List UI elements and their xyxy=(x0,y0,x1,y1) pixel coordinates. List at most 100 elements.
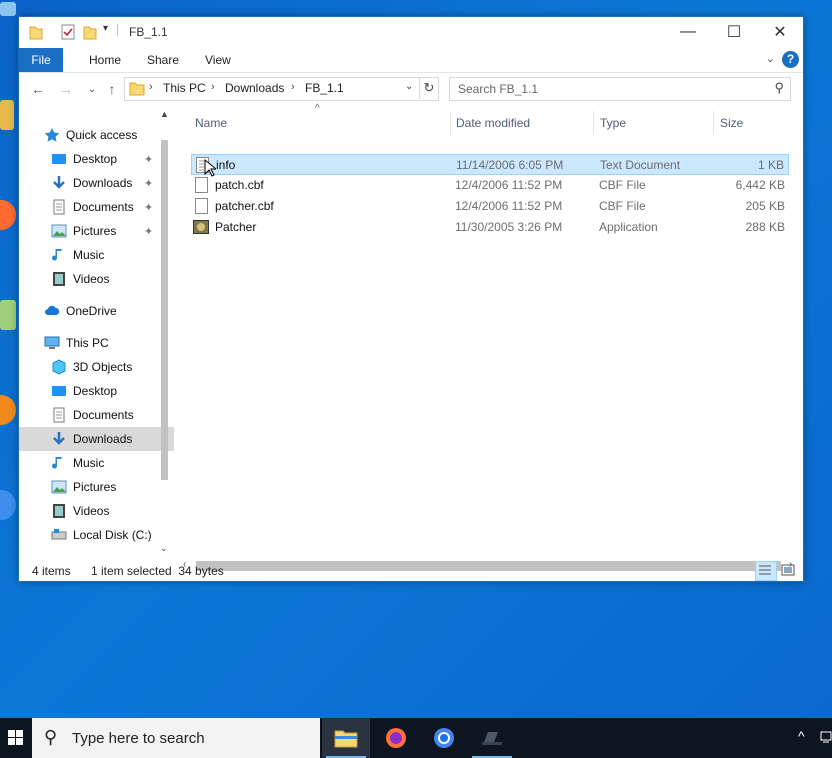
up-button[interactable]: ↑ xyxy=(101,78,123,100)
tab-file[interactable]: File xyxy=(19,48,63,72)
address-history-dropdown-icon[interactable]: ⌄ xyxy=(405,81,413,92)
desktop-icon-firefox[interactable] xyxy=(0,200,20,230)
breadcrumb-fb[interactable]: FB_1.1 xyxy=(305,81,344,95)
computer-icon xyxy=(0,2,16,16)
maximize-button[interactable]: ☐ xyxy=(711,17,757,47)
desktop-icon-this-pc[interactable] xyxy=(0,2,20,16)
tab-view[interactable]: View xyxy=(193,48,243,72)
taskbar-search-input[interactable]: Type here to search xyxy=(72,730,205,747)
desktop-icon-2[interactable] xyxy=(0,100,20,130)
nav-documents-quick[interactable]: Documents ✦ xyxy=(19,195,174,219)
nav-videos[interactable]: Videos xyxy=(19,499,174,523)
column-header-type[interactable]: Type xyxy=(600,111,626,135)
forward-button[interactable]: → xyxy=(55,78,77,100)
nav-label: Desktop xyxy=(73,152,118,166)
refresh-icon[interactable]: ↻ xyxy=(419,77,438,99)
star-icon xyxy=(44,128,60,142)
scroll-up-icon[interactable]: ▲ xyxy=(160,109,169,119)
scroll-down-icon[interactable]: ⌄ xyxy=(160,543,168,554)
file-name: patch.cbf xyxy=(215,178,264,192)
nav-quick-access[interactable]: Quick access xyxy=(19,123,174,147)
taskbar-chrome[interactable] xyxy=(420,718,468,758)
nav-videos-quick[interactable]: Videos xyxy=(19,267,174,291)
details-view-button[interactable] xyxy=(755,561,777,581)
breadcrumb-separator[interactable]: › xyxy=(211,81,215,93)
show-hidden-icons-icon[interactable]: ^ xyxy=(798,728,805,744)
breadcrumb-this-pc[interactable]: This PC xyxy=(163,81,206,95)
expand-ribbon-icon[interactable]: ⌄ xyxy=(766,52,775,65)
minimize-button[interactable]: — xyxy=(665,17,711,47)
close-button[interactable]: ✕ xyxy=(757,17,803,47)
computer-icon xyxy=(44,336,60,349)
desktop-icon-chrome[interactable] xyxy=(0,490,20,520)
nav-label: 3D Objects xyxy=(73,360,133,374)
nav-music[interactable]: Music xyxy=(19,451,174,475)
column-divider[interactable] xyxy=(713,111,714,135)
scrollbar-thumb[interactable] xyxy=(161,140,168,480)
details-view-icon xyxy=(759,565,771,575)
nav-documents[interactable]: Documents xyxy=(19,403,174,427)
column-divider[interactable] xyxy=(593,111,594,135)
file-row-patch[interactable]: patch.cbf 12/4/2006 11:52 PM CBF File 6,… xyxy=(191,175,789,196)
column-header-size[interactable]: Size xyxy=(720,111,743,135)
taskbar-file-explorer[interactable] xyxy=(322,718,370,758)
nav-pictures-quick[interactable]: Pictures ✦ xyxy=(19,219,174,243)
breadcrumb-downloads[interactable]: Downloads xyxy=(225,81,284,95)
customize-quick-access-icon[interactable]: ▾ xyxy=(103,23,108,41)
column-header-date[interactable]: Date modified xyxy=(456,111,530,135)
column-divider[interactable] xyxy=(450,111,451,135)
pictures-icon xyxy=(51,224,67,238)
column-header-name[interactable]: Name xyxy=(195,111,227,135)
taskbar-app-window[interactable] xyxy=(468,718,516,758)
drive-icon xyxy=(51,529,67,540)
nav-desktop-quick[interactable]: Desktop ✦ xyxy=(19,147,174,171)
new-folder-icon[interactable] xyxy=(83,23,97,41)
nav-this-pc[interactable]: This PC xyxy=(19,331,174,355)
network-icon[interactable] xyxy=(820,730,832,746)
start-button[interactable] xyxy=(0,718,32,758)
file-row-patcher-app[interactable]: Patcher 11/30/2005 3:26 PM Application 2… xyxy=(191,217,789,238)
nav-label: Quick access xyxy=(66,128,138,142)
file-type: Application xyxy=(599,220,658,234)
back-button[interactable]: ← xyxy=(27,78,49,100)
nav-pane-scrollbar[interactable]: ▲ ⌄ xyxy=(156,105,173,557)
search-input[interactable]: Search FB_1.1 xyxy=(458,82,538,96)
nav-local-disk[interactable]: Local Disk (C:) xyxy=(19,523,174,547)
breadcrumb-separator[interactable]: › xyxy=(149,81,153,93)
nav-music-quick[interactable]: Music xyxy=(19,243,174,267)
file-date: 11/14/2006 6:05 PM xyxy=(456,158,564,172)
search-box[interactable]: Search FB_1.1 ⚲ xyxy=(449,77,791,101)
nav-label: Pictures xyxy=(73,224,117,238)
help-button[interactable]: ? xyxy=(782,51,799,68)
taskbar-search-box[interactable]: ⚲ Type here to search xyxy=(32,718,320,758)
properties-icon[interactable] xyxy=(61,23,75,41)
music-icon xyxy=(52,457,62,469)
nav-label: Documents xyxy=(73,200,134,214)
nav-downloads[interactable]: Downloads xyxy=(19,427,174,451)
cloud-icon xyxy=(45,305,60,315)
pin-icon: ✦ xyxy=(144,177,154,190)
pictures-icon xyxy=(51,480,67,494)
address-bar[interactable]: › This PC › Downloads › FB_1.1 ⌄ xyxy=(124,77,439,101)
generic-app-icon xyxy=(0,100,14,130)
desktop-icon-notepad[interactable] xyxy=(0,300,20,330)
recent-locations-icon[interactable]: ⌄ xyxy=(81,78,103,100)
large-icons-view-button[interactable] xyxy=(778,561,800,581)
nav-3d-objects[interactable]: 3D Objects xyxy=(19,355,174,379)
file-row-patcher-cbf[interactable]: patcher.cbf 12/4/2006 11:52 PM CBF File … xyxy=(191,196,789,217)
large-icons-view-icon xyxy=(781,564,795,576)
nav-downloads-quick[interactable]: Downloads ✦ xyxy=(19,171,174,195)
nav-label: Downloads xyxy=(73,176,133,190)
tab-share[interactable]: Share xyxy=(135,48,191,72)
nav-onedrive[interactable]: OneDrive xyxy=(19,299,174,323)
taskbar-firefox[interactable] xyxy=(372,718,420,758)
item-count: 4 items xyxy=(32,564,71,578)
nav-pictures[interactable]: Pictures xyxy=(19,475,174,499)
file-size: 6,442 KB xyxy=(735,178,785,192)
nav-label: This PC xyxy=(66,336,109,350)
desktop-icon-5[interactable] xyxy=(0,395,20,425)
file-row-info[interactable]: info 11/14/2006 6:05 PM Text Document 1 … xyxy=(191,154,789,177)
tab-home[interactable]: Home xyxy=(77,48,133,72)
nav-desktop[interactable]: Desktop xyxy=(19,379,174,403)
breadcrumb-separator[interactable]: › xyxy=(291,81,295,93)
